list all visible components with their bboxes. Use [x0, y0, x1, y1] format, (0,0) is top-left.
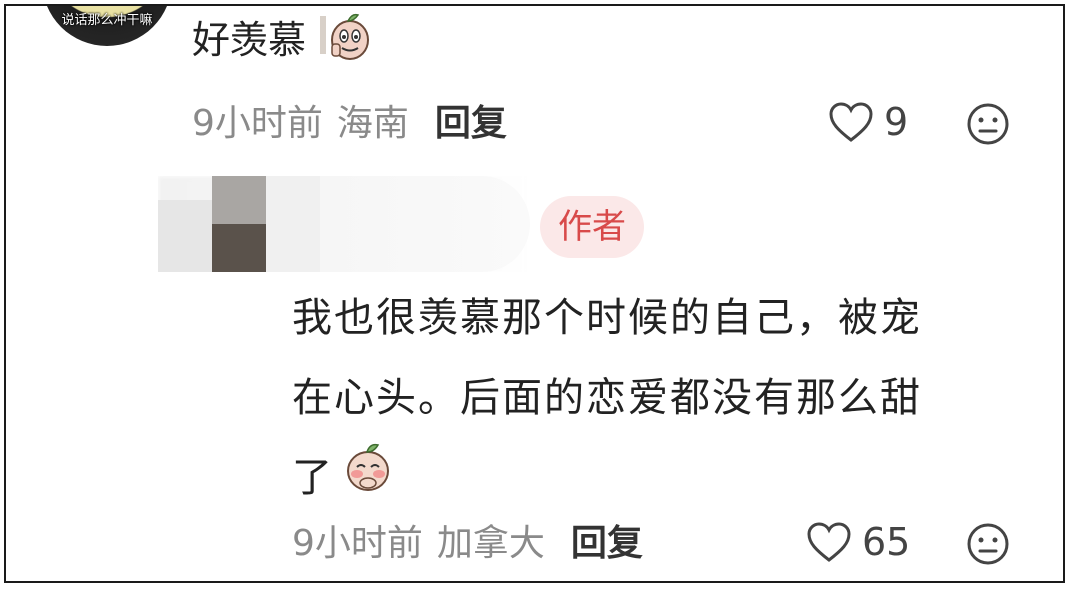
- blurred-username: [158, 176, 530, 272]
- reply-meta: 9小时前 加拿大 回复: [292, 522, 643, 566]
- like-count: 65: [862, 520, 911, 564]
- neutral-face-icon[interactable]: [966, 522, 1010, 566]
- reply-button[interactable]: 回复: [571, 523, 643, 564]
- author-badge: 作者: [540, 196, 644, 258]
- neutral-face-icon[interactable]: [966, 102, 1010, 146]
- reply-time: 9小时前: [292, 523, 423, 564]
- comment-meta: 9小时前 海南 回复: [192, 102, 507, 146]
- reply-text-line: 在心头。后面的恋爱都没有那么甜: [292, 375, 922, 421]
- heart-icon: [807, 522, 851, 562]
- commenter-avatar[interactable]: 说话那么冲干嘛: [42, 6, 172, 46]
- comment-thread: 说话那么冲干嘛 好羡慕 9小时前 海南 回复 9 作者 我也很羡慕那个时候的自己…: [4, 4, 1065, 583]
- reply-text-line: 我也很羡慕那个时候的自己，被宠: [292, 295, 922, 341]
- reply-text: 了: [292, 455, 334, 501]
- comment-text: 好羡慕: [192, 18, 307, 62]
- blushing-peach-sticker: [342, 440, 394, 520]
- heart-icon: [829, 102, 873, 142]
- reply-body: 我也很羡慕那个时候的自己，被宠 在心头。后面的恋爱都没有那么甜 了: [292, 278, 1032, 520]
- reply-location: 加拿大: [436, 523, 545, 564]
- like-button[interactable]: 65: [806, 520, 910, 564]
- reply-button[interactable]: 回复: [435, 103, 507, 144]
- avatar-caption: 说话那么冲干嘛: [61, 13, 153, 28]
- like-count: 9: [884, 100, 909, 144]
- reply-text-line-last: 了: [292, 438, 1032, 520]
- comment-time: 9小时前: [192, 103, 323, 144]
- like-button[interactable]: 9: [828, 100, 908, 144]
- comment-body: 好羡慕: [192, 12, 374, 73]
- comment-location: 海南: [336, 103, 409, 144]
- peach-sticker: [318, 12, 374, 73]
